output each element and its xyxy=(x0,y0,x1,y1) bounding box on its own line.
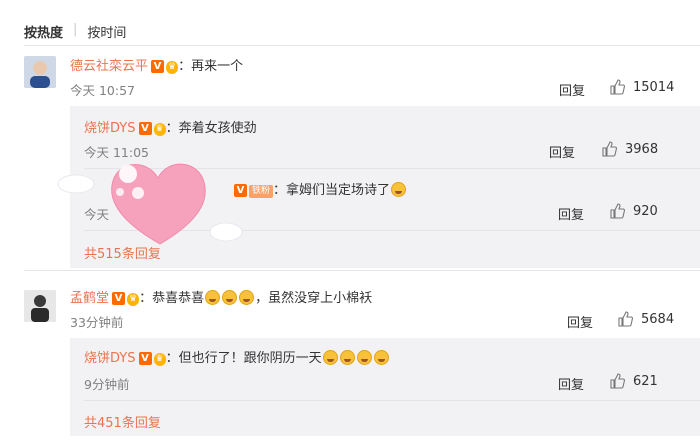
sort-divider xyxy=(24,45,700,46)
level-badge-icon: ♛ xyxy=(127,293,140,306)
like-button[interactable]: 920 xyxy=(609,203,658,219)
like-button[interactable]: 621 xyxy=(609,373,658,389)
like-count: 621 xyxy=(633,373,658,389)
sub-reply-time: 今天 11:05 xyxy=(84,145,149,160)
like-count: 3968 xyxy=(625,141,659,157)
sort-separator: | xyxy=(73,22,78,37)
crying-laughing-emoji-icon xyxy=(339,350,355,365)
v-badge-icon: V xyxy=(234,184,247,197)
thumbs-up-icon xyxy=(610,373,625,389)
sub-reply-username[interactable]: 烧饼DYS xyxy=(84,121,136,136)
thumbs-up-icon xyxy=(602,141,617,157)
reply-button[interactable]: 回复 xyxy=(558,374,584,393)
sort-tabs: 按热度 | 按时间 xyxy=(24,22,126,41)
like-count: 5684 xyxy=(641,311,675,327)
sub-reply-divider xyxy=(84,230,700,231)
avatar-image-icon xyxy=(24,56,56,88)
like-button[interactable]: 3968 xyxy=(601,141,658,157)
v-badge-icon: V xyxy=(138,122,152,135)
crying-laughing-emoji-icon xyxy=(373,350,389,365)
v-badge-icon: V xyxy=(112,292,126,305)
sub-reply-text: ：拿姆们当定场诗了 xyxy=(273,183,391,198)
like-count: 920 xyxy=(633,203,658,219)
thumbs-up-icon xyxy=(610,203,625,219)
sub-reply-header: 烧饼DYS V ♛ ：奔着女孩使劲 xyxy=(84,117,257,136)
reply-button[interactable]: 回复 xyxy=(549,142,575,161)
like-count: 15014 xyxy=(633,79,675,95)
comment-header: 德云社栾云平 V ♛ ：再来一个 xyxy=(70,55,243,74)
v-badge-icon: V xyxy=(138,352,152,365)
sub-reply-time: 9分钟前 xyxy=(84,377,130,392)
fan-badge: 铁粉 xyxy=(249,185,274,198)
view-more-replies-link[interactable]: 共515条回复 xyxy=(84,243,161,262)
reply-button[interactable]: 回复 xyxy=(567,312,593,331)
crying-laughing-emoji-icon xyxy=(322,350,338,365)
reply-button[interactable]: 回复 xyxy=(559,80,585,99)
sub-reply-header: V 铁粉 ：拿姆们当定场诗了 xyxy=(84,179,407,198)
avatar-image-icon xyxy=(24,290,56,322)
comment-username[interactable]: 孟鹤堂 xyxy=(70,291,109,306)
thumbs-up-icon xyxy=(618,311,633,327)
v-badge-icon: V xyxy=(151,60,165,73)
sort-by-hot-tab[interactable]: 按热度 xyxy=(24,22,63,41)
comment-text: ：再来一个 xyxy=(178,59,244,74)
avatar[interactable] xyxy=(24,56,56,88)
crying-laughing-emoji-icon xyxy=(239,290,255,305)
comment-username[interactable]: 德云社栾云平 xyxy=(70,59,148,74)
comment-header: 孟鹤堂 V ♛ ：恭喜恭喜 ，虽然没穿上小棉袄 xyxy=(70,287,372,306)
like-button[interactable]: 15014 xyxy=(609,79,674,95)
level-badge-icon: ♛ xyxy=(166,61,179,74)
sub-reply-divider xyxy=(84,168,700,169)
sub-reply-text: ：但也行了！跟你阴历一天 xyxy=(165,351,322,366)
sub-reply-header: 烧饼DYS V ♛ ：但也行了！跟你阴历一天 xyxy=(84,347,390,366)
view-more-replies-link[interactable]: 共451条回复 xyxy=(84,412,161,431)
avatar[interactable] xyxy=(24,290,56,322)
like-button[interactable]: 5684 xyxy=(617,311,674,327)
sub-reply-divider xyxy=(84,400,700,401)
sub-reply-text: ：奔着女孩使劲 xyxy=(165,121,257,136)
crying-laughing-emoji-icon xyxy=(356,350,372,365)
sort-by-time-tab[interactable]: 按时间 xyxy=(87,22,126,41)
sub-reply-time: 今天 xyxy=(84,207,110,222)
surprised-emoji-icon xyxy=(391,182,407,197)
comment-text: ，虽然没穿上小棉袄 xyxy=(255,291,373,306)
crying-laughing-emoji-icon xyxy=(205,290,221,305)
thumbs-up-icon xyxy=(610,79,625,95)
comment-time: 33分钟前 xyxy=(70,315,124,330)
level-badge-icon: ♛ xyxy=(153,353,166,366)
reply-button[interactable]: 回复 xyxy=(558,204,584,223)
comment-time: 今天 10:57 xyxy=(70,83,135,98)
comment-divider xyxy=(24,270,700,271)
crying-laughing-emoji-icon xyxy=(222,290,238,305)
level-badge-icon: ♛ xyxy=(153,123,166,136)
sub-reply-username[interactable]: 烧饼DYS xyxy=(84,351,136,366)
comment-text: ：恭喜恭喜 xyxy=(139,291,205,306)
